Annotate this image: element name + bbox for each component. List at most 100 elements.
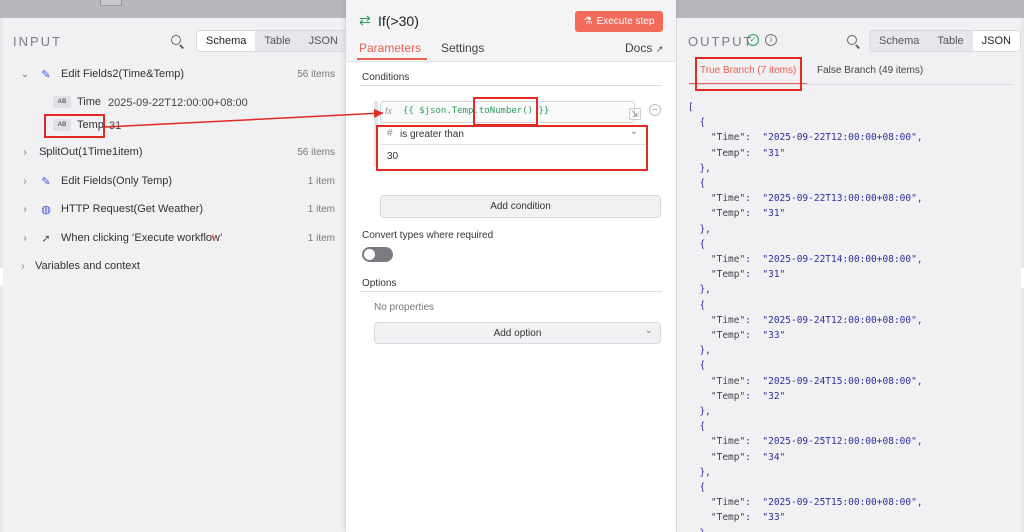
- convert-types-label: Convert types where required: [362, 230, 494, 241]
- node-label: SplitOut(1Time1item): [39, 146, 143, 158]
- output-title: OUTPUT: [688, 34, 754, 49]
- json-value: "33": [762, 330, 786, 342]
- input-title: INPUT: [13, 34, 62, 49]
- output-schema-tab[interactable]: Schema: [870, 31, 928, 51]
- operator-select[interactable]: # is greater than ⌄: [380, 124, 646, 145]
- field-time[interactable]: AB Time: [53, 92, 101, 112]
- node-title: If(>30): [378, 13, 419, 29]
- condition-right-value-input[interactable]: 30: [380, 145, 646, 167]
- string-type-icon: AB: [53, 96, 71, 108]
- input-view-toggle: Schema Table JSON: [196, 30, 348, 52]
- modal-header: ⇄ If(>30) ⚗ Execute step Parameters Sett…: [346, 0, 676, 62]
- tree-node-edit-fields[interactable]: › ✎ Edit Fields(Only Temp) 1 item: [3, 169, 345, 193]
- json-brace: },: [699, 466, 711, 478]
- tab-settings[interactable]: Settings: [441, 41, 484, 55]
- chevron-right-icon[interactable]: ›: [20, 204, 30, 215]
- toggle-knob: [364, 249, 375, 260]
- chevron-down-icon[interactable]: ⌄: [20, 69, 30, 80]
- remove-condition-icon[interactable]: –: [649, 104, 661, 116]
- json-key: "Temp": [710, 330, 746, 342]
- node-count: 1 item: [307, 175, 335, 187]
- json-value: "33": [762, 512, 786, 524]
- json-value: "31": [762, 208, 786, 220]
- input-schema-tab[interactable]: Schema: [197, 31, 256, 51]
- chevron-right-icon[interactable]: ›: [20, 147, 30, 158]
- search-icon[interactable]: [171, 35, 185, 49]
- convert-types-toggle[interactable]: [362, 247, 393, 262]
- flask-icon: ⚗: [583, 16, 593, 27]
- json-value: "31": [762, 147, 786, 159]
- json-key: "Temp": [710, 147, 746, 159]
- input-table-tab[interactable]: Table: [255, 31, 299, 51]
- tree-node-manual-trigger[interactable]: › ➚ When clicking ‘Execute workflow’ ϟ 1…: [3, 226, 345, 250]
- chevron-right-icon[interactable]: ›: [18, 261, 28, 272]
- field-temp[interactable]: AB Temp: [53, 115, 104, 135]
- json-value: "2025-09-24T12:00:00+08:00": [762, 314, 917, 326]
- json-brace: {: [699, 299, 706, 311]
- tab-parameters[interactable]: Parameters: [359, 41, 421, 55]
- tree-node-http-request[interactable]: › ◍ HTTP Request(Get Weather) 1 item: [3, 197, 345, 221]
- success-check-icon: ✓: [747, 34, 759, 46]
- globe-icon: ◍: [41, 203, 51, 216]
- docs-link[interactable]: Docs ↗: [625, 41, 663, 55]
- add-option-label: Add option: [493, 327, 542, 339]
- divider: [689, 84, 1014, 85]
- value-text: 30: [387, 151, 399, 162]
- json-brace: {: [699, 360, 706, 372]
- json-bracket: [: [688, 102, 694, 113]
- json-output: [ { "Time": "2025-09-22T12:00:00+08:00",…: [688, 100, 923, 532]
- condition-drag-bar[interactable]: [374, 101, 378, 167]
- output-table-tab[interactable]: Table: [928, 31, 972, 51]
- execute-step-button[interactable]: ⚗ Execute step: [575, 11, 663, 32]
- field-name: Time: [77, 96, 102, 108]
- tab-false-branch[interactable]: False Branch (49 items): [817, 65, 923, 76]
- json-key: "Temp": [710, 512, 746, 524]
- node-label: Edit Fields2(Time&Temp): [61, 68, 185, 80]
- json-key: "Time": [710, 436, 746, 448]
- expression-text: {{ $json.Temp.toNumber() }}: [403, 106, 549, 116]
- json-key: "Temp": [710, 208, 746, 220]
- field-value: 2025-09-22T12:00:00+08:00: [108, 97, 248, 109]
- node-label: HTTP Request(Get Weather): [61, 203, 204, 215]
- condition-left-value-input[interactable]: fx {{ $json.Temp.toNumber() }}: [380, 101, 635, 123]
- json-value: "2025-09-25T15:00:00+08:00": [762, 497, 917, 509]
- chevron-right-icon[interactable]: ›: [20, 233, 30, 244]
- chevron-down-icon: ⌄: [629, 126, 638, 137]
- if-node-modal: ⇄ If(>30) ⚗ Execute step Parameters Sett…: [346, 0, 676, 532]
- add-option-select[interactable]: Add option ⌄: [374, 322, 661, 344]
- expression-suffix: }}: [533, 106, 550, 116]
- json-brace: },: [699, 284, 711, 296]
- tab-true-branch[interactable]: True Branch (7 items): [700, 65, 796, 76]
- json-brace: {: [699, 482, 706, 494]
- json-key: "Time": [710, 193, 746, 205]
- field-name: Temp: [77, 119, 104, 131]
- node-count: 56 items: [297, 68, 335, 80]
- tree-node-splitout[interactable]: › ⫶ SplitOut(1Time1item) 56 items: [3, 140, 345, 164]
- input-panel: INPUT Schema Table JSON ⌄ ✎ Edit Fields2…: [3, 18, 348, 532]
- if-node-icon: ⇄: [359, 12, 371, 28]
- no-properties-text: No properties: [374, 302, 435, 313]
- node-label: Variables and context: [35, 260, 140, 272]
- output-json-tab[interactable]: JSON: [972, 31, 1020, 51]
- json-brace: {: [699, 421, 706, 433]
- json-value: "2025-09-22T14:00:00+08:00": [762, 254, 917, 266]
- docs-label: Docs: [625, 41, 653, 55]
- chevron-down-icon: ⌄: [644, 325, 653, 336]
- info-icon[interactable]: i: [765, 34, 777, 46]
- json-brace: },: [699, 406, 711, 418]
- json-key: "Time": [710, 254, 746, 266]
- input-json-tab[interactable]: JSON: [300, 31, 347, 51]
- node-label: Edit Fields(Only Temp): [61, 175, 173, 187]
- add-condition-button[interactable]: Add condition: [380, 195, 661, 218]
- json-key: "Temp": [710, 269, 746, 281]
- search-icon[interactable]: [847, 35, 861, 49]
- divider: [360, 291, 662, 292]
- chevron-right-icon[interactable]: ›: [20, 176, 30, 187]
- json-brace: {: [699, 178, 706, 190]
- json-brace: {: [699, 238, 706, 250]
- output-view-toggle: Schema Table JSON: [869, 30, 1021, 52]
- expand-icon[interactable]: ⇲: [629, 108, 641, 120]
- tree-variables-context[interactable]: › Variables and context: [3, 254, 345, 278]
- tree-node-edit-fields2[interactable]: ⌄ ✎ Edit Fields2(Time&Temp) 56 items: [3, 62, 345, 86]
- options-label: Options: [362, 278, 397, 289]
